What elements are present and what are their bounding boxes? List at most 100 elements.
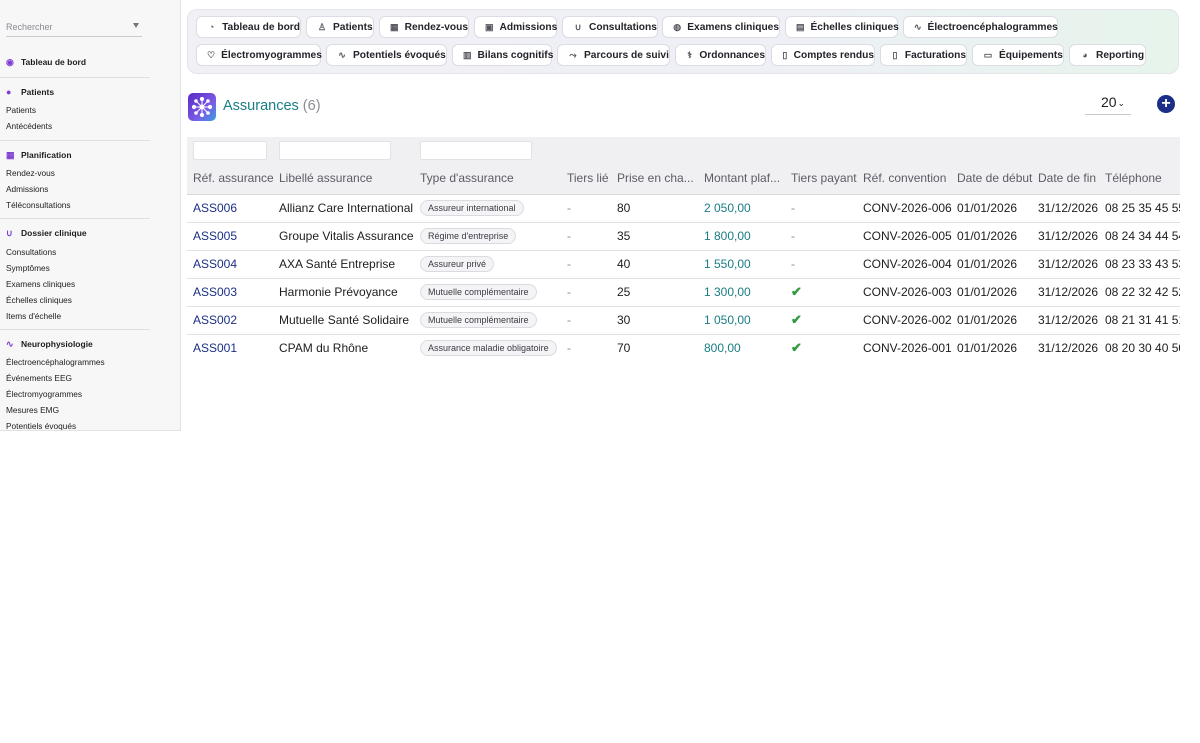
divider [0, 218, 150, 219]
stethoscope-icon: ∪ [574, 21, 582, 32]
tab-label: Admissions [499, 21, 558, 33]
sidebar-item-eeg[interactable]: Électroencéphalogrammes [6, 357, 105, 367]
tab-facturations[interactable]: ▯ Facturations [880, 44, 967, 66]
sidebar: Rechercher ◉ Tableau de bord ● Patients … [0, 0, 181, 431]
tab-comptes-rendus[interactable]: ▯ Comptes rendus [771, 44, 875, 66]
table-row[interactable]: ASS002 Mutuelle Santé Solidaire Mutuelle c… [187, 307, 1180, 335]
sidebar-section-label: Patients [21, 87, 55, 97]
table-header: Réf. assurance Libellé assurance Type d'… [187, 137, 1180, 195]
tab-consultations[interactable]: ∪ Consultations [562, 16, 658, 38]
sidebar-item-emg[interactable]: Électromyogrammes [6, 389, 82, 399]
search-input[interactable]: Rechercher [6, 16, 142, 37]
tab-electromyogrammes[interactable]: ♡ Électromyogrammes [196, 44, 322, 66]
cell-ref[interactable]: ASS002 [193, 313, 273, 327]
column-header[interactable]: Tiers payant [791, 171, 859, 185]
cell-ref[interactable]: ASS005 [193, 229, 273, 243]
invoice-icon: ▯ [892, 49, 898, 60]
page-size-select[interactable]: 20 ⌄ [1085, 94, 1131, 115]
cell-convention: CONV-2026-005 [863, 229, 952, 243]
sidebar-item-dashboard[interactable]: ◉ Tableau de bord [6, 57, 86, 67]
column-header[interactable]: Date de début [957, 171, 1035, 185]
sidebar-item-rendez-vous[interactable]: Rendez-vous [6, 168, 55, 178]
table-row[interactable]: ASS004 AXA Santé Entreprise Assureur privé… [187, 251, 1180, 279]
tab-label: Ordonnances [699, 49, 765, 61]
column-header[interactable]: Téléphone [1105, 171, 1180, 185]
type-badge: Assureur international [420, 200, 524, 216]
table-row[interactable]: ASS003 Harmonie Prévoyance Mutuelle complé… [187, 279, 1180, 307]
tab-rendez-vous[interactable]: ▦ Rendez-vous [379, 16, 469, 38]
cell-prise-en-charge: 30 [617, 313, 631, 327]
tab-label: Patients [333, 21, 373, 33]
column-header[interactable]: Réf. convention [863, 171, 951, 185]
filter-input-ref[interactable] [193, 141, 267, 160]
tab-patients[interactable]: ♙ Patients [306, 16, 374, 38]
filter-input-label[interactable] [279, 141, 391, 160]
tab-admissions[interactable]: ▣ Admissions [474, 16, 557, 38]
sidebar-item-evenements-eeg[interactable]: Événements EEG [6, 373, 72, 383]
sidebar-item-potentiels-evoques[interactable]: Potentiels évoqués [6, 421, 76, 430]
sidebar-section-label: Planification [21, 150, 72, 160]
tab-ordonnances[interactable]: ⚕ Ordonnances [675, 44, 766, 66]
cell-date-debut: 01/01/2026 [957, 313, 1018, 327]
file-icon: ▯ [782, 49, 788, 60]
column-header[interactable]: Libellé assurance [279, 171, 409, 185]
sidebar-item-echelles-cliniques[interactable]: Échelles cliniques [6, 295, 72, 305]
table-row[interactable]: ASS006 Allianz Care International Assureur… [187, 195, 1180, 223]
filter-input-type[interactable] [420, 141, 532, 160]
tab-equipements[interactable]: ▭ Équipements [972, 44, 1064, 66]
sidebar-item-symptomes[interactable]: Symptômes [6, 263, 50, 273]
tab-electroencephalogrammes[interactable]: ∿ Électroencéphalogrammes [903, 16, 1058, 38]
column-header[interactable]: Réf. assurance [193, 171, 273, 185]
cell-date-fin: 31/12/2026 [1038, 285, 1099, 299]
tab-bilans-cognitifs[interactable]: ▥ Bilans cognitifs [452, 44, 553, 66]
tab-examens-cliniques[interactable]: ◍ Examens cliniques [662, 16, 780, 38]
tab-reporting[interactable]: ◕ Reporting [1069, 44, 1146, 66]
type-badge: Assurance maladie obligatoire [420, 340, 557, 356]
cell-convention: CONV-2026-003 [863, 285, 952, 299]
sidebar-item-examens-cliniques[interactable]: Examens cliniques [6, 279, 75, 289]
sidebar-item-antecedents[interactable]: Antécédents [6, 121, 52, 131]
cell-ref[interactable]: ASS003 [193, 285, 273, 299]
divider [0, 77, 150, 78]
sidebar-item-teleconsultations[interactable]: Téléconsultations [6, 200, 71, 210]
cell-ref[interactable]: ASS004 [193, 257, 273, 271]
column-header[interactable]: Tiers lié [567, 171, 609, 185]
tab-potentiels-evoques[interactable]: ∿ Potentiels évoqués [326, 44, 447, 66]
app-logo-icon [188, 93, 216, 121]
cell-ref[interactable]: ASS006 [193, 201, 273, 215]
table-row[interactable]: ASS005 Groupe Vitalis Assurances Régime d'… [187, 223, 1180, 251]
sidebar-item-items-echelle[interactable]: Items d'échelle [6, 311, 61, 321]
sidebar-section-planification[interactable]: ▦ Planification [6, 150, 72, 160]
cell-telephone: 08 20 30 40 50 [1105, 341, 1180, 355]
cell-prise-en-charge: 80 [617, 201, 631, 215]
sidebar-section-patients[interactable]: ● Patients [6, 87, 54, 97]
tab-label: Parcours de suivi [584, 49, 669, 61]
column-header[interactable]: Type d'assurance [420, 171, 555, 185]
tab-label: Comptes rendus [793, 49, 874, 61]
cell-ref[interactable]: ASS001 [193, 341, 273, 355]
column-header[interactable]: Montant plaf... [704, 171, 782, 185]
table-row[interactable]: ASS001 CPAM du Rhône Assurance maladie obl… [187, 335, 1180, 362]
cell-prise-en-charge: 40 [617, 257, 631, 271]
chevron-down-icon[interactable] [133, 23, 139, 28]
tab-parcours-de-suivi[interactable]: ⤳ Parcours de suivi [557, 44, 670, 66]
type-badge: Mutuelle complémentaire [420, 312, 537, 328]
column-header[interactable]: Prise en cha... [617, 171, 695, 185]
sidebar-item-consultations[interactable]: Consultations [6, 247, 56, 257]
sidebar-section-neurophysiologie[interactable]: ∿ Neurophysiologie [6, 339, 93, 349]
sidebar-section-dossier-clinique[interactable]: ∪ Dossier clinique [6, 228, 87, 238]
page-title-text: Assurances [223, 98, 299, 114]
waveform-icon: ∿ [914, 21, 922, 32]
sidebar-item-mesures-emg[interactable]: Mesures EMG [6, 405, 59, 415]
heart-pulse-icon: ♡ [207, 49, 216, 60]
page-size-value: 20 [1101, 94, 1117, 110]
cell-convention: CONV-2026-004 [863, 257, 952, 271]
sidebar-item-admissions[interactable]: Admissions [6, 184, 48, 194]
tab-tableau-de-bord[interactable]: ◔ Tableau de bord [196, 16, 301, 38]
tab-echelles-cliniques[interactable]: ▤ Échelles cliniques [785, 16, 899, 38]
column-header[interactable]: Date de fin [1038, 171, 1100, 185]
sidebar-item-patients[interactable]: Patients [6, 105, 36, 115]
pie-chart-icon: ◕ [1082, 50, 1088, 60]
add-record-button[interactable]: + [1157, 95, 1175, 113]
cell-date-fin: 31/12/2026 [1038, 201, 1099, 215]
